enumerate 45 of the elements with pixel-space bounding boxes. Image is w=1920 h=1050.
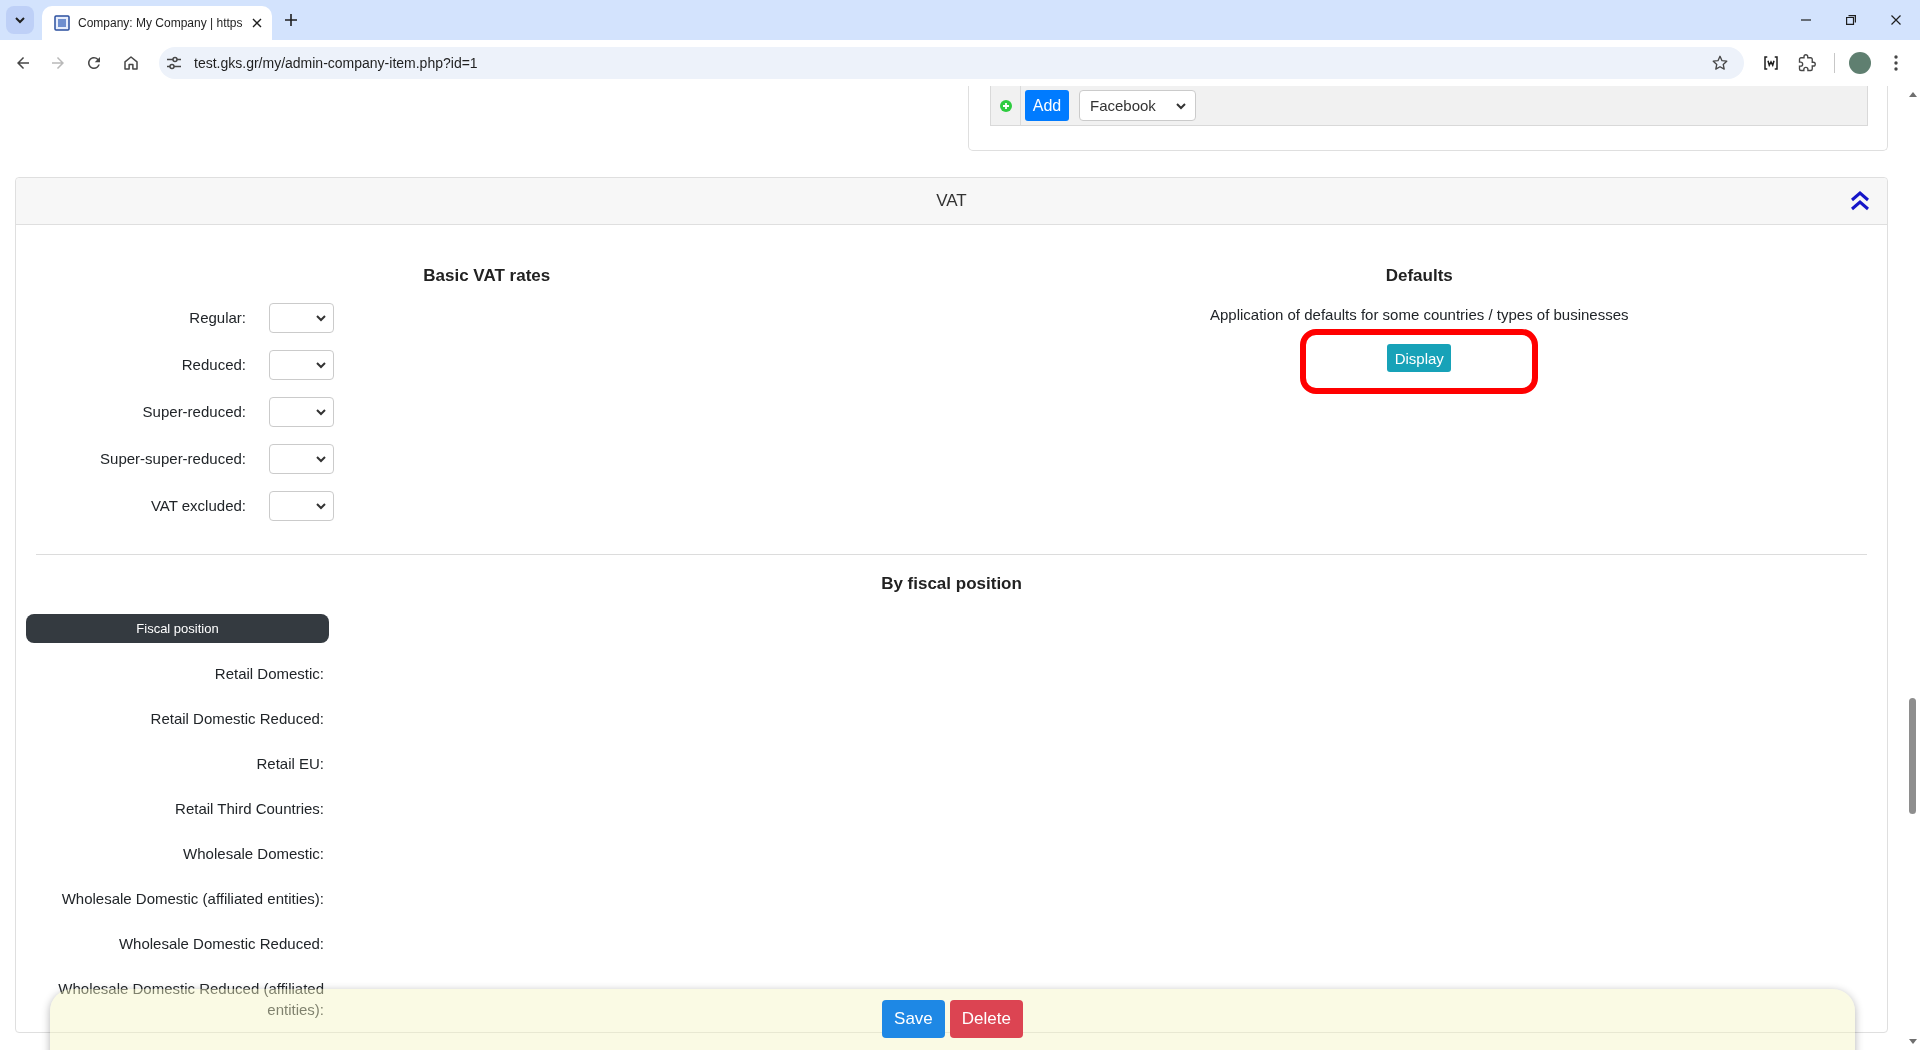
home-icon[interactable]: [122, 54, 140, 72]
double-chevron-icon[interactable]: [1849, 190, 1871, 212]
description-text: Application of defaults for some countries / types of businesses: [1209, 305, 1629, 325]
field-label: Super-super-reduced:: [100, 450, 246, 467]
field-label: Wholesale Domestic Reduced:: [118, 934, 324, 954]
bracket-icon[interactable]: [1762, 54, 1780, 72]
address-bar[interactable]: test.gks.gr/my/admin-company-item.php?id=1: [159, 47, 1744, 79]
field-label: Reduced:: [181, 356, 246, 373]
plus-icon[interactable]: [284, 13, 298, 27]
display-button[interactable]: Display: [1387, 344, 1452, 372]
field-label: Super-reduced:: [142, 403, 246, 420]
avatar-icon[interactable]: [1849, 52, 1871, 74]
sliders-icon[interactable]: [166, 55, 182, 71]
picture-icon: [54, 15, 70, 31]
field-label: Wholesale Domestic Reduced (affiliated entities):: [57, 979, 324, 1020]
reload-icon[interactable]: [85, 54, 103, 72]
field-label: Retail Third Countries:: [175, 799, 324, 819]
browser-tab[interactable]: Company: My Company | https: [42, 6, 272, 40]
field-label: Wholesale Domestic (affiliated entities):: [61, 889, 324, 909]
delete-button[interactable]: Delete: [949, 1000, 1023, 1038]
close-icon[interactable]: [252, 18, 262, 28]
section-heading: By fiscal position: [881, 573, 1022, 595]
restore-icon[interactable]: [1845, 15, 1856, 25]
column-header: Fiscal position: [26, 614, 329, 643]
chevron-down-icon: [14, 14, 26, 26]
section-title: VAT: [936, 191, 967, 211]
field-label: Retail Domestic Reduced:: [150, 709, 324, 729]
section-heading: Defaults: [1385, 265, 1453, 287]
puzzle-icon[interactable]: [1798, 54, 1816, 72]
network-select[interactable]: Facebook: [1079, 90, 1196, 121]
field-label: VAT excluded:: [150, 497, 246, 514]
field-label: Retail Domestic:: [214, 664, 324, 684]
field-label: Regular:: [189, 309, 246, 326]
scroll-down-icon[interactable]: [1908, 1039, 1917, 1044]
field-label: Retail EU:: [256, 754, 324, 774]
scroll-thumb[interactable]: [1909, 698, 1916, 814]
tab-search-button[interactable]: [6, 6, 34, 34]
field-label: Wholesale Domestic:: [183, 844, 324, 864]
menu-icon[interactable]: [1894, 55, 1898, 71]
section-heading: Basic VAT rates: [423, 265, 551, 287]
star-icon[interactable]: [1711, 54, 1729, 72]
close-icon[interactable]: [1890, 15, 1901, 25]
save-button[interactable]: Save: [882, 1000, 945, 1038]
scroll-up-icon[interactable]: [1908, 92, 1917, 97]
add-button[interactable]: Add: [1025, 90, 1069, 121]
